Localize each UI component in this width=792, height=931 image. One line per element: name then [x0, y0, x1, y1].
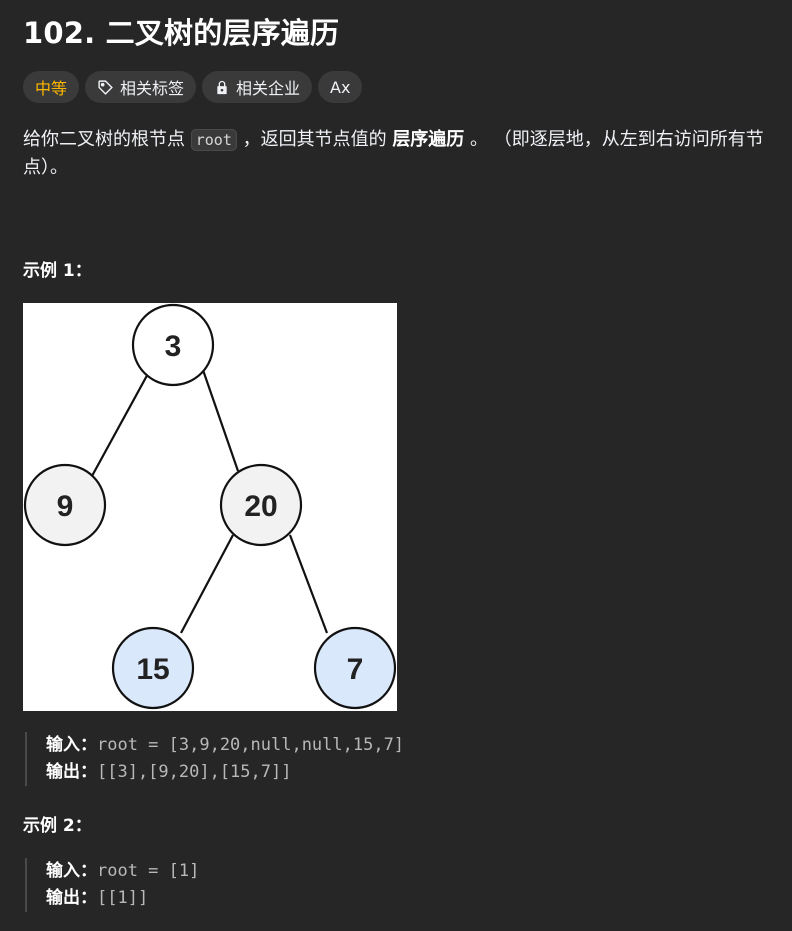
desc-part-1: 给你二叉树的根节点 — [23, 129, 191, 150]
tree-node-label: 15 — [136, 653, 169, 686]
tree-node-label: 9 — [57, 490, 74, 523]
tag-bar: 中等 相关标签 相关企业 Ax — [23, 71, 363, 103]
edge-20-7 — [288, 534, 329, 634]
edge-3-9 — [91, 369, 151, 477]
input-value: root = [3,9,20,null,null,15,7] — [97, 735, 405, 755]
example-2-input-line: 输入：root = [1] — [46, 858, 199, 885]
example-1-output-line: 输出：[[3],[9,20],[15,7]] — [46, 759, 404, 786]
example-1-io: 输入：root = [3,9,20,null,null,15,7] 输出：[[3… — [25, 732, 404, 786]
input-label: 输入： — [46, 735, 97, 755]
tree-node-label: 7 — [347, 653, 364, 686]
related-companies-button[interactable]: 相关企业 — [202, 71, 313, 103]
input-value: root = [1] — [97, 861, 200, 881]
related-companies-label: 相关企业 — [236, 79, 301, 98]
edge-3-20 — [201, 369, 240, 472]
page-title: 102. 二叉树的层序遍历 — [23, 16, 340, 50]
example-2-title: 示例 2： — [23, 816, 92, 836]
difficulty-label: 中等 — [35, 79, 68, 98]
inline-code-root: root — [190, 129, 237, 151]
example-1-input-line: 输入：root = [3,9,20,null,null,15,7] — [46, 732, 404, 759]
problem-description: 给你二叉树的根节点 root ，返回其节点值的 层序遍历 。 （即逐层地，从左到… — [23, 126, 771, 182]
related-tags-button[interactable]: 相关标签 — [85, 71, 197, 103]
font-size-icon: Ax — [330, 77, 351, 97]
output-label: 输出： — [46, 888, 97, 908]
example-1-tree-image: 3 9 20 15 7 — [23, 303, 397, 711]
input-label: 输入： — [46, 861, 97, 881]
binary-tree-diagram: 3 9 20 15 7 — [23, 303, 397, 710]
output-value: [[1]] — [97, 888, 149, 908]
output-label: 输出： — [46, 762, 97, 782]
desc-bold: 层序遍历 — [392, 129, 465, 150]
tree-node-label: 20 — [244, 490, 277, 523]
tree-node-label: 3 — [165, 330, 182, 363]
edge-20-15 — [180, 534, 234, 634]
lock-icon — [214, 79, 230, 96]
font-icon-button[interactable]: Ax — [318, 71, 363, 103]
example-2-io: 输入：root = [1] 输出：[[1]] — [25, 858, 199, 912]
related-tags-label: 相关标签 — [120, 79, 185, 98]
desc-part-2: ，返回其节点值的 — [236, 129, 393, 150]
tag-icon — [97, 79, 114, 96]
example-2-output-line: 输出：[[1]] — [46, 885, 199, 912]
example-1-title: 示例 1： — [23, 261, 92, 281]
output-value: [[3],[9,20],[15,7]] — [97, 762, 292, 782]
difficulty-badge[interactable]: 中等 — [23, 71, 80, 103]
